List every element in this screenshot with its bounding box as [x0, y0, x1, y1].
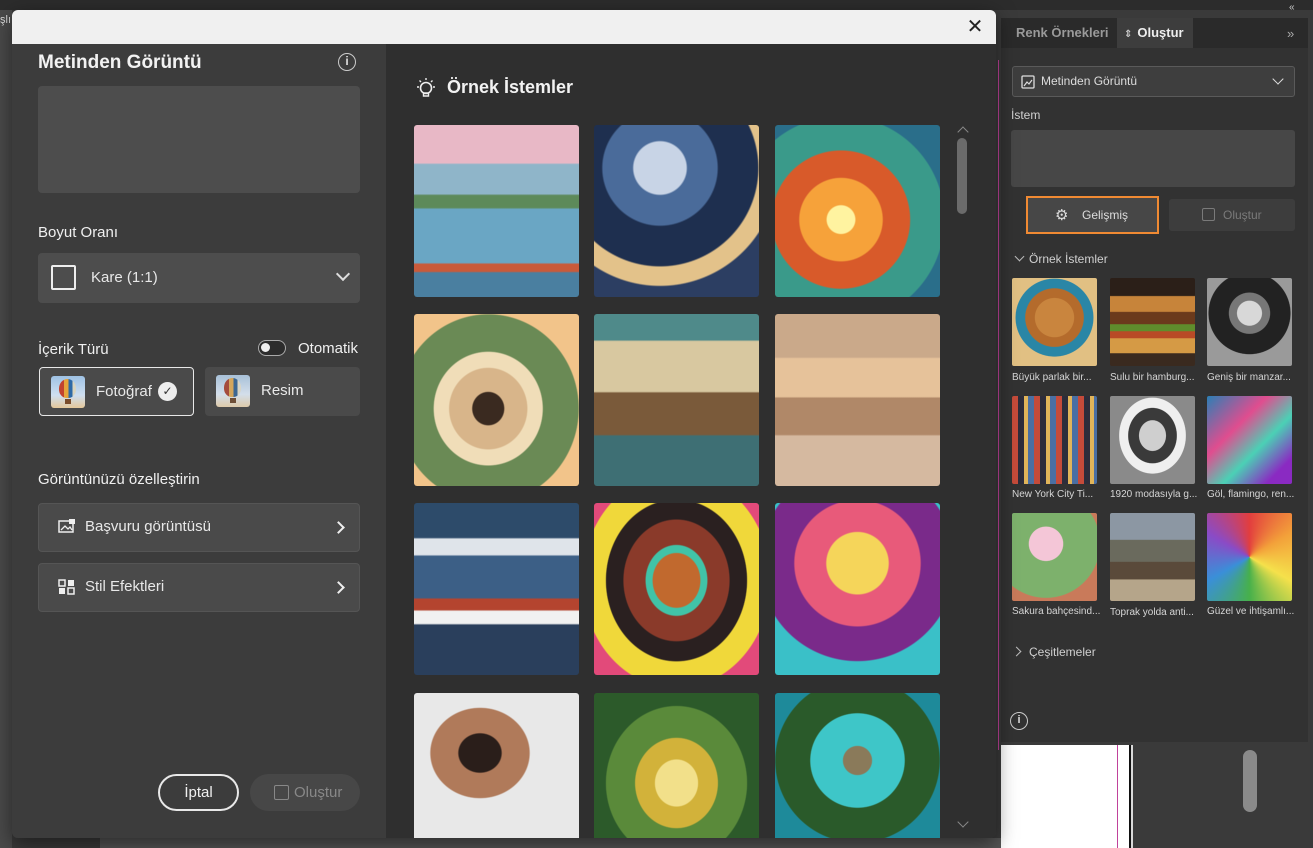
style-effects-button[interactable]: Stil Efektleri	[38, 563, 360, 612]
app-top-bar	[0, 0, 1313, 10]
app-left-strip	[0, 10, 12, 848]
example-thumb[interactable]	[1012, 396, 1097, 484]
example-thumb-koi-pond[interactable]	[414, 125, 579, 297]
dialog-title: Metinden Görüntü	[38, 52, 202, 73]
prompt-label: İstem	[1011, 108, 1041, 122]
panel-expand-icon[interactable]: «	[1289, 2, 1295, 13]
close-icon[interactable]: ✕	[964, 16, 986, 38]
cancel-button[interactable]: İptal	[158, 774, 239, 811]
aspect-ratio-value: Kare (1:1)	[91, 269, 158, 286]
info-icon[interactable]: i	[338, 53, 356, 71]
panel-collapse-icon[interactable]: »	[1287, 26, 1294, 41]
chevron-down-icon	[335, 266, 351, 282]
generate-button-label: Oluştur	[294, 784, 343, 801]
panel-generate-label: Oluştur	[1223, 208, 1262, 222]
lightbulb-icon	[417, 78, 435, 97]
mode-dropdown-value: Metinden Görüntü	[1041, 74, 1138, 88]
canvas-scrollbar[interactable]	[1243, 750, 1257, 812]
chevron-down-icon	[1272, 73, 1284, 85]
customize-label: Görüntünüzü özelleştirin	[38, 471, 200, 488]
checkmark-icon: ✓	[158, 382, 177, 401]
example-caption: Sulu bir hamburg...	[1110, 372, 1195, 383]
content-type-art-label: Resim	[261, 382, 304, 399]
example-caption: Göl, flamingo, ren...	[1207, 489, 1295, 500]
example-thumb[interactable]	[1110, 513, 1195, 601]
example-thumb[interactable]	[1012, 513, 1097, 601]
dialog-header: ✕	[12, 10, 996, 44]
panel-examples-label[interactable]: Örnek İstemler	[1029, 252, 1108, 266]
example-thumb-lighthouse[interactable]	[414, 503, 579, 675]
advanced-button[interactable]: ⚙ Gelişmiş	[1026, 196, 1159, 234]
example-caption: Geniş bir manzar...	[1207, 372, 1291, 383]
aspect-ratio-select[interactable]: Kare (1:1)	[38, 253, 360, 303]
style-effects-icon	[58, 579, 75, 595]
example-thumb[interactable]	[1110, 278, 1195, 366]
panel-generate-button[interactable]: Oluştur	[1169, 199, 1295, 231]
reference-image-button[interactable]: Başvuru görüntüsü	[38, 503, 360, 552]
example-thumb-horses[interactable]	[775, 503, 940, 675]
examples-title: Örnek İstemler	[447, 77, 574, 97]
page-guide-line-vertical	[998, 60, 999, 750]
reference-image-icon	[58, 519, 75, 533]
advanced-button-label: Gelişmiş	[1082, 208, 1129, 222]
tab-generate-label: Oluştur	[1137, 25, 1184, 40]
app-bottom-strip	[100, 838, 1001, 848]
examples-scrollbar-thumb[interactable]	[957, 138, 967, 214]
example-thumb[interactable]	[1207, 513, 1292, 601]
example-thumb-cat[interactable]	[414, 314, 579, 486]
content-type-photo-label: Fotoğraf	[96, 383, 152, 400]
example-thumb-island-house[interactable]	[775, 693, 940, 838]
prompt-input[interactable]	[38, 86, 360, 193]
example-caption: New York City Ti...	[1012, 489, 1094, 500]
mode-dropdown[interactable]: Metinden Görüntü	[1012, 66, 1295, 97]
gear-icon: ⚙	[1055, 207, 1069, 224]
auto-toggle[interactable]	[258, 340, 286, 356]
info-icon[interactable]: i	[1010, 712, 1028, 730]
example-thumb-woman-profile[interactable]	[414, 693, 579, 838]
example-thumb-woman-beach[interactable]	[775, 314, 940, 486]
balloon-icon	[51, 376, 85, 408]
example-thumb[interactable]	[1207, 278, 1292, 366]
generate-button[interactable]: Oluştur	[250, 774, 360, 811]
example-caption: Sakura bahçesind...	[1012, 606, 1100, 617]
page-guide-line	[1117, 745, 1118, 848]
generate-icon	[1202, 208, 1215, 221]
example-thumb[interactable]	[1012, 278, 1097, 366]
content-type-photo[interactable]: Fotoğraf ✓	[39, 367, 194, 416]
example-caption: Toprak yolda anti...	[1110, 607, 1194, 618]
tab-arrows-icon: ⇕	[1124, 29, 1133, 40]
variations-label[interactable]: Çeşitlemeler	[1029, 645, 1096, 659]
example-thumb-portrait-art[interactable]	[594, 503, 759, 675]
content-type-label: İçerik Türü	[38, 341, 109, 358]
aspect-ratio-label: Boyut Oranı	[38, 224, 119, 241]
style-effects-label: Stil Efektleri	[85, 578, 165, 595]
example-thumb-dragon[interactable]	[775, 125, 940, 297]
example-thumb[interactable]	[1110, 396, 1195, 484]
app-left-text-fragment: şlı	[0, 14, 11, 26]
square-icon	[51, 265, 76, 290]
content-type-art[interactable]: Resim	[205, 367, 360, 416]
tab-swatches[interactable]: Renk Örnekleri	[1009, 18, 1117, 48]
example-thumb-pears[interactable]	[594, 693, 759, 838]
tab-generate[interactable]: ⇕ Oluştur	[1117, 18, 1193, 48]
balloon-icon	[216, 375, 250, 407]
reference-image-label: Başvuru görüntüsü	[85, 518, 211, 535]
text-to-image-icon	[1021, 75, 1035, 89]
example-thumb-ship[interactable]	[594, 314, 759, 486]
example-caption: Güzel ve ihtişamlı...	[1207, 606, 1295, 617]
example-thumb[interactable]	[1207, 396, 1292, 484]
example-caption: 1920 modasıyla g...	[1110, 489, 1198, 500]
chevron-right-icon	[332, 581, 345, 594]
example-caption: Büyük parlak bir...	[1012, 372, 1092, 383]
prompt-input[interactable]	[1011, 130, 1295, 187]
document-page	[1001, 745, 1131, 848]
text-to-image-dialog: ✕ Metinden Görüntü i Boyut Oranı Kare (1…	[12, 10, 996, 838]
auto-toggle-label: Otomatik	[298, 340, 359, 357]
chevron-right-icon	[332, 521, 345, 534]
pasteboard	[1133, 745, 1313, 848]
example-thumb-paper-house[interactable]	[594, 125, 759, 297]
generate-icon	[274, 785, 289, 800]
